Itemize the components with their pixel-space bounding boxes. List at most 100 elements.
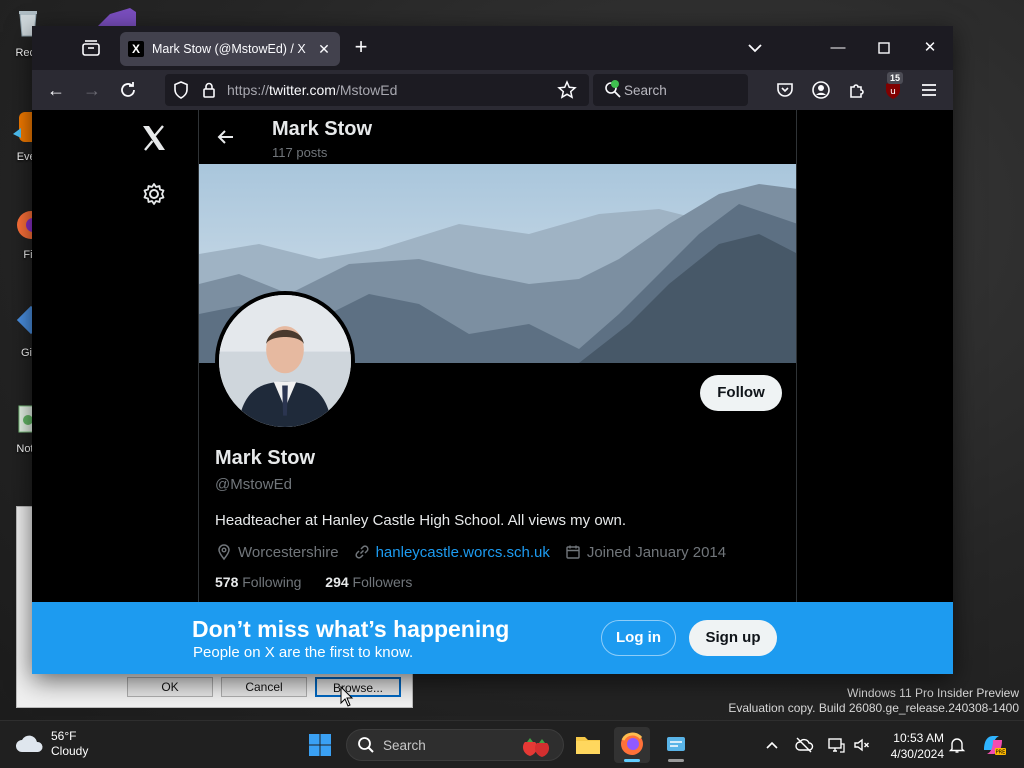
taskbar-search[interactable]: Search bbox=[346, 729, 564, 761]
navigation-toolbar: ← → https://twitter.com/MstowEd Search u… bbox=[32, 70, 953, 110]
forward-button[interactable]: → bbox=[80, 78, 104, 102]
minimize-icon[interactable]: — bbox=[826, 36, 850, 60]
url-path: /MstowEd bbox=[335, 82, 398, 98]
profile-avatar[interactable] bbox=[215, 291, 355, 431]
calendar-icon bbox=[566, 545, 580, 559]
address-bar[interactable]: https://twitter.com/MstowEd bbox=[165, 74, 589, 106]
url-scheme: https:// bbox=[227, 82, 270, 98]
windows-watermark: Windows 11 Pro Insider Preview Evaluatio… bbox=[728, 686, 1019, 716]
location-text: Worcestershire bbox=[238, 543, 339, 561]
shield-icon[interactable] bbox=[171, 80, 191, 100]
clock-date: 4/30/2024 bbox=[890, 747, 944, 761]
signup-banner-subtitle: People on X are the first to know. bbox=[193, 644, 414, 661]
app-window-icon bbox=[667, 737, 685, 751]
log-in-button[interactable]: Log in bbox=[601, 620, 676, 656]
back-button[interactable]: ← bbox=[44, 78, 68, 102]
system-clock[interactable]: 10:53 AM 4/30/2024 bbox=[884, 730, 944, 762]
tab-close-icon[interactable]: ✕ bbox=[316, 41, 332, 57]
back-arrow-icon[interactable] bbox=[215, 126, 237, 148]
weather-temp: 56°F bbox=[51, 729, 77, 743]
svg-text:PRE: PRE bbox=[996, 750, 1006, 756]
sign-up-button[interactable]: Sign up bbox=[689, 620, 777, 656]
firefox-window: X Mark Stow (@MstowEd) / X ✕ + — ✕ ← → h… bbox=[32, 26, 953, 674]
firefox-icon bbox=[621, 732, 643, 755]
profile-stats: 578 Following 294 Followers bbox=[215, 574, 432, 590]
settings-gear-icon[interactable] bbox=[141, 181, 167, 207]
reload-icon[interactable] bbox=[116, 78, 140, 102]
notification-bell-icon[interactable] bbox=[947, 735, 967, 755]
extensions-icon[interactable] bbox=[845, 78, 869, 102]
clock-time: 10:53 AM bbox=[893, 731, 944, 745]
taskbar: 56°F Cloudy Search 10:53 AM 4/30/2024 PR… bbox=[0, 720, 1024, 768]
account-icon[interactable] bbox=[809, 78, 833, 102]
browser-tab[interactable]: X Mark Stow (@MstowEd) / X ✕ bbox=[120, 32, 340, 66]
bookmark-star-icon[interactable] bbox=[557, 80, 577, 100]
weather-condition: Cloudy bbox=[51, 744, 89, 758]
profile-handle: @MstowEd bbox=[215, 476, 292, 493]
mouse-cursor-icon bbox=[340, 686, 354, 707]
following-count: 578 bbox=[215, 574, 239, 590]
cloud-offline-icon[interactable] bbox=[794, 735, 814, 755]
x-logo-icon[interactable] bbox=[140, 124, 168, 152]
chevron-down-icon[interactable] bbox=[744, 38, 766, 58]
followers-label: Followers bbox=[352, 574, 413, 590]
watermark-line-2: Evaluation copy. Build 26080.ge_release.… bbox=[728, 701, 1019, 715]
following-label: Following bbox=[242, 574, 302, 590]
pocket-icon[interactable] bbox=[773, 78, 797, 102]
taskbar-file-explorer[interactable] bbox=[570, 727, 606, 763]
cloud-icon bbox=[16, 735, 43, 752]
search-bar[interactable]: Search bbox=[593, 74, 748, 106]
signup-banner-title: Don’t miss what’s happening bbox=[192, 616, 510, 642]
active-indicator bbox=[624, 759, 640, 762]
running-indicator bbox=[668, 759, 684, 762]
left-navigation bbox=[32, 110, 198, 674]
x-favicon-icon: X bbox=[128, 41, 144, 57]
strawberry-icon bbox=[522, 738, 550, 757]
header-posts-count: 117 posts bbox=[272, 145, 328, 160]
followers-count: 294 bbox=[325, 574, 349, 590]
chevron-up-icon[interactable] bbox=[762, 735, 782, 755]
taskbar-firefox[interactable] bbox=[614, 727, 650, 763]
weather-widget[interactable]: 56°F Cloudy bbox=[14, 729, 88, 759]
display-icon[interactable] bbox=[826, 735, 846, 755]
url-text: https://twitter.com/MstowEd bbox=[227, 82, 397, 98]
twitter-page: Mark Stow 117 posts Follow Mark Stow @Ms… bbox=[32, 110, 953, 674]
ok-button[interactable]: OK bbox=[127, 677, 213, 697]
maximize-icon[interactable] bbox=[872, 36, 896, 60]
location-item: Worcestershire bbox=[215, 543, 339, 561]
browse-button[interactable]: Browse... bbox=[315, 677, 401, 697]
profile-name: Mark Stow bbox=[215, 447, 316, 469]
close-window-icon[interactable]: ✕ bbox=[918, 36, 942, 60]
url-host: twitter.com bbox=[269, 82, 336, 98]
search-engine-icon bbox=[605, 80, 621, 98]
tab-overview-icon[interactable] bbox=[80, 38, 102, 58]
lock-icon[interactable] bbox=[199, 80, 219, 100]
profile-column: Mark Stow 117 posts Follow Mark Stow @Ms… bbox=[198, 110, 797, 674]
cancel-button[interactable]: Cancel bbox=[221, 677, 307, 697]
header-profile-name: Mark Stow bbox=[272, 118, 373, 140]
profile-bio: Headteacher at Hanley Castle High School… bbox=[215, 512, 627, 529]
folder-icon bbox=[576, 737, 600, 754]
taskbar-search-placeholder: Search bbox=[383, 738, 426, 753]
svg-text:u: u bbox=[890, 87, 896, 97]
volume-muted-icon[interactable] bbox=[852, 735, 872, 755]
joined-text: Joined January 2014 bbox=[586, 543, 727, 561]
following-link[interactable]: 578 Following bbox=[215, 574, 301, 590]
website-item[interactable]: hanleycastle.worcs.sch.uk bbox=[353, 543, 550, 561]
followers-link[interactable]: 294 Followers bbox=[325, 574, 412, 590]
tab-title: Mark Stow (@MstowEd) / X bbox=[152, 42, 306, 56]
watermark-line-1: Windows 11 Pro Insider Preview bbox=[847, 686, 1019, 700]
link-icon bbox=[355, 545, 369, 559]
windows-start-icon[interactable] bbox=[308, 733, 332, 757]
copilot-icon[interactable]: PRE bbox=[980, 732, 1006, 758]
hamburger-menu-icon[interactable] bbox=[917, 78, 941, 102]
profile-header: Mark Stow 117 posts bbox=[199, 110, 796, 164]
website-link[interactable]: hanleycastle.worcs.sch.uk bbox=[376, 544, 550, 561]
search-placeholder: Search bbox=[624, 83, 667, 98]
title-bar: X Mark Stow (@MstowEd) / X ✕ + — ✕ bbox=[32, 26, 953, 70]
taskbar-app[interactable] bbox=[658, 727, 694, 763]
joined-item: Joined January 2014 bbox=[564, 543, 726, 561]
new-tab-icon[interactable]: + bbox=[350, 36, 372, 59]
follow-button[interactable]: Follow bbox=[700, 375, 782, 411]
extension-badge: 15 bbox=[887, 72, 904, 84]
